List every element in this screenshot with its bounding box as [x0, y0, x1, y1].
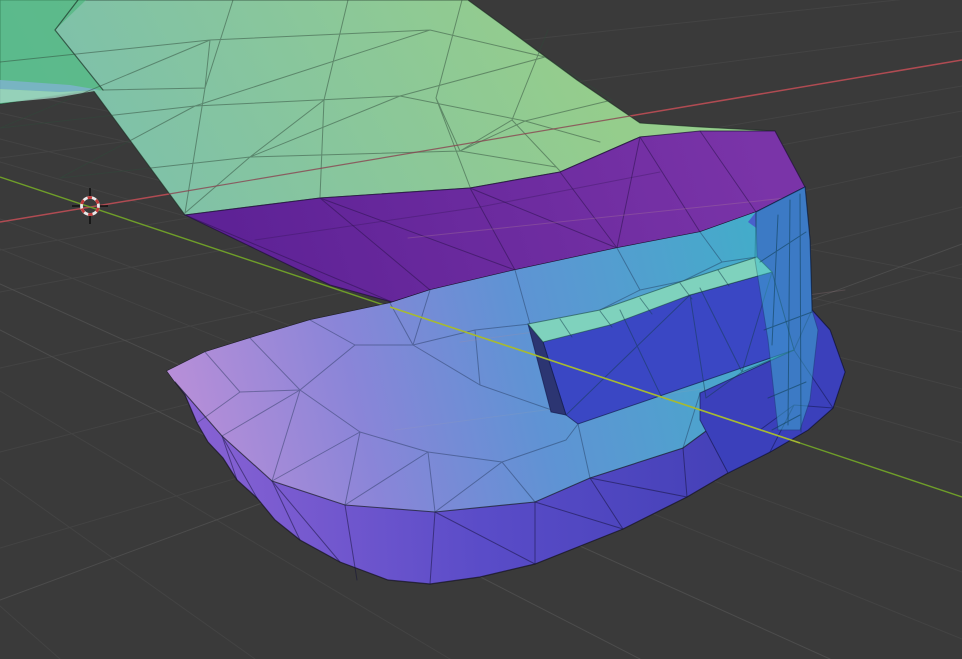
3d-viewport[interactable] — [0, 0, 962, 659]
viewport-canvas[interactable] — [0, 0, 962, 659]
